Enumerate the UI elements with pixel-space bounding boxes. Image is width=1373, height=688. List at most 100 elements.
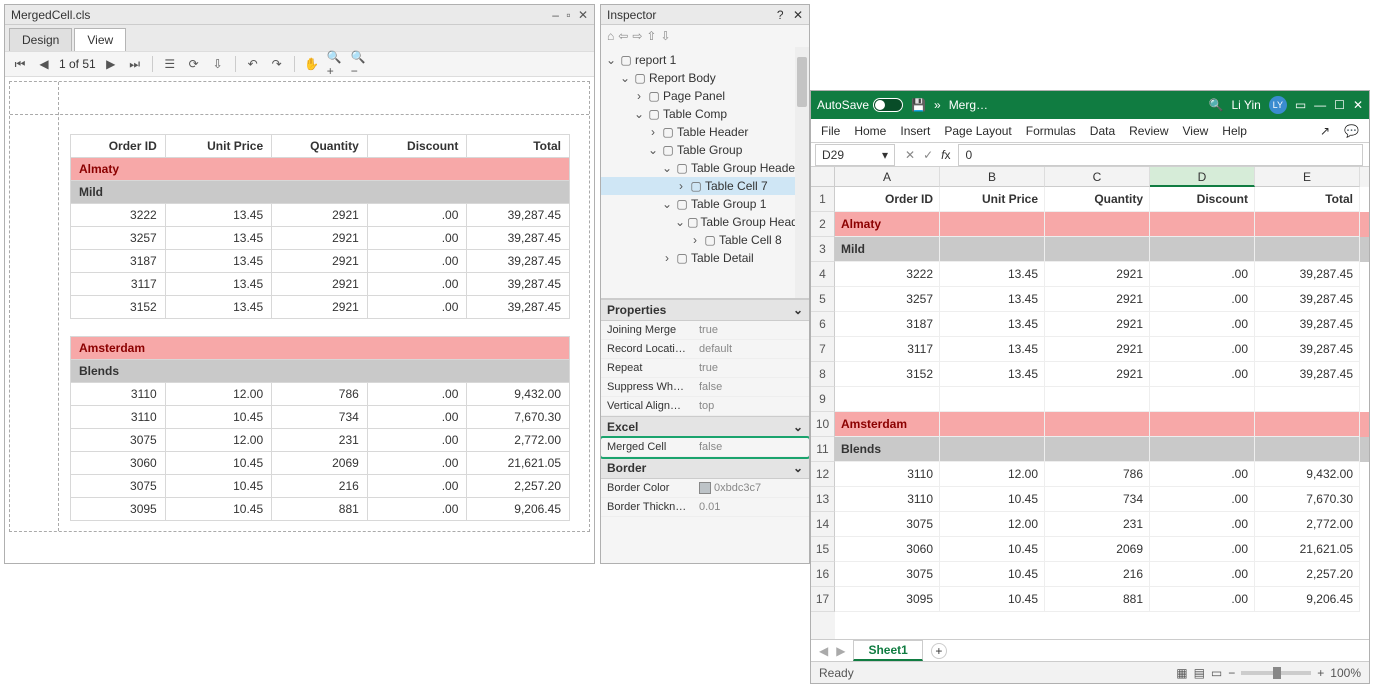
excel-cell[interactable]: Discount (1150, 187, 1255, 212)
inspector-tree[interactable]: ⌄▢report 1⌄▢Report Body›▢Page Panel⌄▢Tab… (601, 47, 809, 299)
excel-row-header[interactable]: 3 (811, 237, 835, 262)
prop-row[interactable]: Suppress When …false (601, 378, 809, 397)
prop-row[interactable]: Vertical Alignmenttop (601, 397, 809, 416)
next-page-icon[interactable]: ▶ (102, 55, 120, 73)
view-normal-icon[interactable]: ▦ (1176, 666, 1187, 680)
expand-toggle-icon[interactable]: › (661, 249, 673, 267)
window-close-icon[interactable]: ✕ (1353, 98, 1363, 112)
ribbon-tab-page-layout[interactable]: Page Layout (944, 124, 1011, 138)
zoom-value[interactable]: 100% (1330, 666, 1361, 680)
excel-cell[interactable]: .00 (1150, 487, 1255, 512)
sheet-prev-icon[interactable]: ◀ (819, 644, 828, 658)
export-icon[interactable]: ⇩ (209, 55, 227, 73)
designer-viewport[interactable]: Order IDUnit PriceQuantityDiscountTotal … (5, 77, 594, 563)
excel-cell[interactable]: 39,287.45 (1255, 362, 1360, 387)
zoom-slider[interactable] (1241, 671, 1311, 675)
excel-cell[interactable]: 39,287.45 (1255, 262, 1360, 287)
zoom-out-icon[interactable]: − (1228, 666, 1235, 680)
tree-node[interactable]: ›▢Table Detail (601, 249, 809, 267)
excel-row-header[interactable]: 8 (811, 362, 835, 387)
close-icon[interactable]: ✕ (793, 8, 803, 22)
accept-formula-icon[interactable]: ✓ (923, 148, 933, 162)
designer-tab-view[interactable]: View (74, 28, 126, 51)
excel-cell[interactable] (1150, 212, 1255, 237)
toggle-off-icon[interactable] (873, 98, 903, 112)
ribbon-tab-insert[interactable]: Insert (900, 124, 930, 138)
tree-node[interactable]: ⌄▢Table Group Header 1 (601, 213, 809, 231)
excel-cell[interactable]: 3152 (835, 362, 940, 387)
restore-icon[interactable]: ▫ (566, 8, 570, 22)
last-page-icon[interactable]: ⏭ (126, 55, 144, 73)
excel-cell[interactable]: 2069 (1045, 537, 1150, 562)
chevron-down-icon[interactable]: ▾ (882, 148, 888, 162)
excel-row-header[interactable]: 6 (811, 312, 835, 337)
expand-toggle-icon[interactable]: ⌄ (605, 51, 617, 69)
excel-cell[interactable]: .00 (1150, 537, 1255, 562)
prop-row[interactable]: Repeattrue (601, 359, 809, 378)
save-icon[interactable]: 💾 (911, 98, 926, 112)
ribbon-tab-help[interactable]: Help (1222, 124, 1247, 138)
excel-cell[interactable]: 3075 (835, 512, 940, 537)
expand-toggle-icon[interactable]: ⌄ (633, 105, 645, 123)
tree-node[interactable]: ›▢Page Panel (601, 87, 809, 105)
excel-row-header[interactable]: 9 (811, 387, 835, 412)
expand-toggle-icon[interactable]: ⌄ (661, 159, 673, 177)
tree-node[interactable]: ⌄▢report 1 (601, 51, 809, 69)
excel-cell[interactable]: 39,287.45 (1255, 312, 1360, 337)
excel-cell[interactable]: .00 (1150, 512, 1255, 537)
excel-cell[interactable] (940, 412, 1045, 437)
excel-cell[interactable]: Quantity (1045, 187, 1150, 212)
excel-cell[interactable]: Order ID (835, 187, 940, 212)
excel-row-header[interactable]: 4 (811, 262, 835, 287)
share-icon[interactable]: ↗ (1320, 124, 1330, 138)
excel-row-header[interactable]: 12 (811, 462, 835, 487)
excel-cell[interactable] (940, 387, 1045, 412)
expand-toggle-icon[interactable]: › (647, 123, 659, 141)
excel-cell[interactable]: 7,670.30 (1255, 487, 1360, 512)
ribbon-display-icon[interactable]: ▭ (1295, 98, 1306, 112)
name-box[interactable]: D29 ▾ (815, 144, 895, 166)
excel-grid[interactable]: ABCDE 1234567891011121314151617 Order ID… (811, 167, 1369, 639)
excel-cell[interactable]: 39,287.45 (1255, 337, 1360, 362)
view-pagelayout-icon[interactable]: ▤ (1194, 666, 1205, 680)
excel-cell[interactable]: 3110 (835, 462, 940, 487)
comments-icon[interactable]: 💬 (1344, 124, 1359, 138)
formula-input[interactable]: 0 (958, 144, 1363, 166)
prop-row[interactable]: Border Thickness0.01 (601, 498, 809, 517)
excel-cell[interactable]: 3075 (835, 562, 940, 587)
prop-section-header[interactable]: Properties⌄ (601, 299, 809, 321)
excel-row-header[interactable]: 14 (811, 512, 835, 537)
ribbon-tab-formulas[interactable]: Formulas (1026, 124, 1076, 138)
fx-icon[interactable]: fx (941, 148, 950, 162)
excel-cell[interactable]: 21,621.05 (1255, 537, 1360, 562)
prop-value[interactable]: false (693, 438, 809, 456)
excel-cell[interactable]: 13.45 (940, 262, 1045, 287)
expand-toggle-icon[interactable]: › (689, 231, 701, 249)
excel-cell[interactable]: Blends (835, 437, 940, 462)
excel-cell[interactable] (1150, 237, 1255, 262)
tree-scrollbar[interactable] (795, 47, 809, 298)
zoom-in-icon[interactable]: + (1317, 666, 1324, 680)
nav-fwd-icon[interactable]: ⇨ (632, 29, 642, 43)
prop-row[interactable]: Record Locationdefault (601, 340, 809, 359)
close-icon[interactable]: ✕ (578, 8, 588, 22)
excel-cell[interactable]: .00 (1150, 312, 1255, 337)
expand-toggle-icon[interactable]: ⌄ (661, 195, 673, 213)
minimize-icon[interactable]: – (552, 8, 559, 22)
select-all-corner[interactable] (811, 167, 835, 187)
nav-down-icon[interactable]: ⇩ (660, 29, 670, 43)
search-icon[interactable]: 🔍 (1209, 98, 1224, 112)
excel-cell[interactable]: 12.00 (940, 462, 1045, 487)
excel-cell[interactable]: 3117 (835, 337, 940, 362)
window-minimize-icon[interactable]: — (1314, 98, 1326, 112)
excel-cell[interactable]: 2921 (1045, 287, 1150, 312)
excel-col-header[interactable]: D (1150, 167, 1255, 187)
prop-value[interactable]: true (693, 359, 809, 377)
prop-row[interactable]: Border Color0xbdc3c7 (601, 479, 809, 498)
excel-cell[interactable]: 2,772.00 (1255, 512, 1360, 537)
excel-cell[interactable]: 734 (1045, 487, 1150, 512)
excel-cell[interactable] (1255, 412, 1360, 437)
excel-cell[interactable]: .00 (1150, 587, 1255, 612)
excel-row-header[interactable]: 11 (811, 437, 835, 462)
excel-cell[interactable]: 10.45 (940, 487, 1045, 512)
